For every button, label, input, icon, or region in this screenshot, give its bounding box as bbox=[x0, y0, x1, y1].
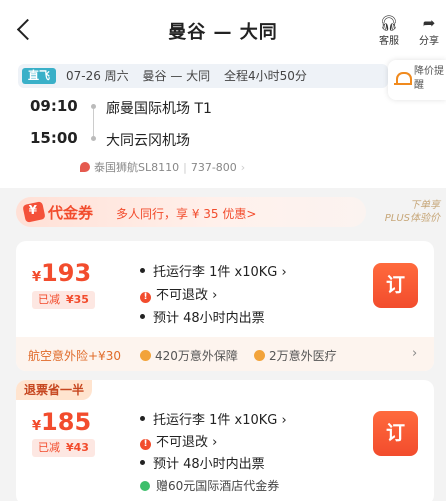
direct-flight-badge: 直飞 bbox=[22, 68, 56, 84]
check-icon bbox=[140, 350, 151, 361]
gift-label: 赠60元国际酒店代金券 bbox=[156, 479, 280, 493]
aircraft-type: 737-800 bbox=[190, 161, 237, 174]
divider: | bbox=[183, 161, 187, 174]
coupon-title: 代金券 bbox=[48, 204, 94, 222]
check-icon bbox=[254, 350, 265, 361]
baggage-info[interactable]: 托运行李 1件 x10KG › bbox=[140, 261, 287, 280]
chevron-right-icon: › bbox=[240, 161, 246, 174]
coupon-banner[interactable]: 代金券 多人同行，享 ¥ 35 优惠> bbox=[16, 197, 366, 227]
fare-card[interactable]: ¥193 已减 ¥35 托运行李 1件 x10KG › ! 不可退改 › 预计 48… bbox=[16, 241, 434, 371]
flight-summary: 直飞 07-26 周六 曼谷 — 大同 全程4小时50分 降价提醒 09:10 … bbox=[0, 60, 446, 188]
ticketing-label: 预计 48小时内出票 bbox=[153, 457, 265, 472]
fare-price: ¥185 bbox=[32, 408, 91, 436]
chevron-right-icon: › bbox=[281, 265, 287, 280]
price-alert-label: 降价提醒 bbox=[414, 66, 444, 91]
baggage-info[interactable]: 托运行李 1件 x10KG › bbox=[140, 409, 287, 428]
currency-symbol: ¥ bbox=[32, 419, 42, 434]
discount-label: 已减 bbox=[38, 293, 60, 306]
airline-flight-number: 泰国狮航SL8110 bbox=[94, 161, 180, 174]
book-button[interactable]: 订 bbox=[373, 411, 418, 456]
plus-line2: PLUS体验价 bbox=[384, 213, 440, 224]
flight-route: 曼谷 — 大同 bbox=[142, 69, 211, 83]
top-bar: 曼谷 — 大同 🎧︎ 客服 ➦ 分享 bbox=[0, 0, 446, 60]
bullet bbox=[140, 314, 145, 319]
bullet bbox=[140, 416, 145, 421]
insurance-item-label: 420万意外保障 bbox=[155, 349, 238, 363]
refund-policy[interactable]: ! 不可退改 › bbox=[140, 284, 217, 303]
arrive-time: 15:00 bbox=[30, 129, 78, 147]
share-label: 分享 bbox=[419, 36, 439, 47]
flight-date: 07-26 周六 bbox=[66, 69, 129, 83]
fare-card[interactable]: 退票省一半 ¥185 已减 ¥43 托运行李 1件 x10KG › ! 不可退改 ›… bbox=[16, 380, 434, 501]
refund-label: 不可退改 bbox=[156, 435, 209, 450]
timeline-line bbox=[93, 109, 94, 136]
ticketing-label: 预计 48小时内出票 bbox=[153, 311, 265, 326]
refund-policy[interactable]: ! 不可退改 › bbox=[140, 431, 217, 450]
discount-badge: 已减 ¥43 bbox=[32, 439, 95, 457]
chevron-right-icon: › bbox=[412, 346, 418, 361]
price-value: 193 bbox=[41, 259, 92, 287]
bell-icon bbox=[394, 70, 412, 88]
plus-line1: 下单享 bbox=[410, 200, 440, 211]
flight-duration: 全程4小时50分 bbox=[223, 69, 307, 83]
plus-member-badge[interactable]: 下单享 PLUS体验价 bbox=[374, 199, 440, 225]
hotel-voucher-gift: 赠60元国际酒店代金券 bbox=[140, 477, 279, 494]
gift-icon bbox=[140, 481, 150, 491]
depart-time: 09:10 bbox=[30, 97, 78, 115]
chevron-right-icon: › bbox=[212, 288, 218, 303]
price-value: 185 bbox=[41, 408, 92, 436]
chevron-right-icon: › bbox=[212, 435, 218, 450]
chevron-right-icon: › bbox=[281, 413, 287, 428]
coupon-description: 多人同行，享 ¥ 35 优惠> bbox=[116, 207, 257, 221]
customer-service-label: 客服 bbox=[379, 36, 399, 47]
customer-service-button[interactable]: 🎧︎ 客服 bbox=[372, 14, 406, 47]
insurance-item: 420万意外保障 bbox=[140, 347, 238, 364]
baggage-label: 托运行李 1件 x10KG bbox=[153, 413, 278, 428]
insurance-item: 2万意外医疗 bbox=[254, 347, 337, 364]
bullet bbox=[140, 268, 145, 273]
coupon-ticket-icon bbox=[22, 201, 46, 223]
airline-logo-icon bbox=[80, 162, 90, 172]
discount-value: ¥43 bbox=[66, 441, 89, 454]
baggage-label: 托运行李 1件 x10KG bbox=[153, 265, 278, 280]
currency-symbol: ¥ bbox=[32, 270, 42, 285]
ticketing-time: 预计 48小时内出票 bbox=[140, 453, 265, 472]
warning-icon: ! bbox=[140, 292, 151, 303]
price-alert-button[interactable]: 降价提醒 bbox=[388, 60, 446, 100]
airline-info-link[interactable]: 泰国狮航SL8110 | 737-800 › bbox=[80, 159, 249, 175]
fare-price: ¥193 bbox=[32, 259, 91, 287]
warning-icon: ! bbox=[140, 439, 151, 450]
depart-airport: 廊曼国际机场 T1 bbox=[106, 101, 212, 117]
bullet bbox=[140, 460, 145, 465]
discount-value: ¥35 bbox=[66, 293, 89, 306]
flight-info-bar: 直飞 07-26 周六 曼谷 — 大同 全程4小时50分 bbox=[18, 64, 388, 88]
refund-label: 不可退改 bbox=[156, 288, 209, 303]
headset-icon: 🎧︎ bbox=[379, 14, 399, 32]
insurance-title: 航空意外险+¥30 bbox=[28, 349, 121, 363]
timeline-dot bbox=[91, 136, 96, 141]
share-button[interactable]: ➦ 分享 bbox=[412, 14, 446, 47]
share-arrow-icon: ➦ bbox=[422, 14, 436, 32]
book-button[interactable]: 订 bbox=[373, 263, 418, 308]
insurance-item-label: 2万意外医疗 bbox=[269, 349, 337, 363]
discount-badge: 已减 ¥35 bbox=[32, 291, 95, 309]
ticketing-time: 预计 48小时内出票 bbox=[140, 307, 265, 326]
arrive-airport: 大同云冈机场 bbox=[106, 133, 190, 149]
insurance-bar[interactable]: 航空意外险+¥30 420万意外保障 2万意外医疗 › bbox=[16, 337, 434, 371]
refund-half-tag: 退票省一半 bbox=[16, 380, 93, 400]
flight-meta: 07-26 周六 曼谷 — 大同 全程4小时50分 bbox=[66, 68, 317, 84]
discount-label: 已减 bbox=[38, 441, 60, 454]
